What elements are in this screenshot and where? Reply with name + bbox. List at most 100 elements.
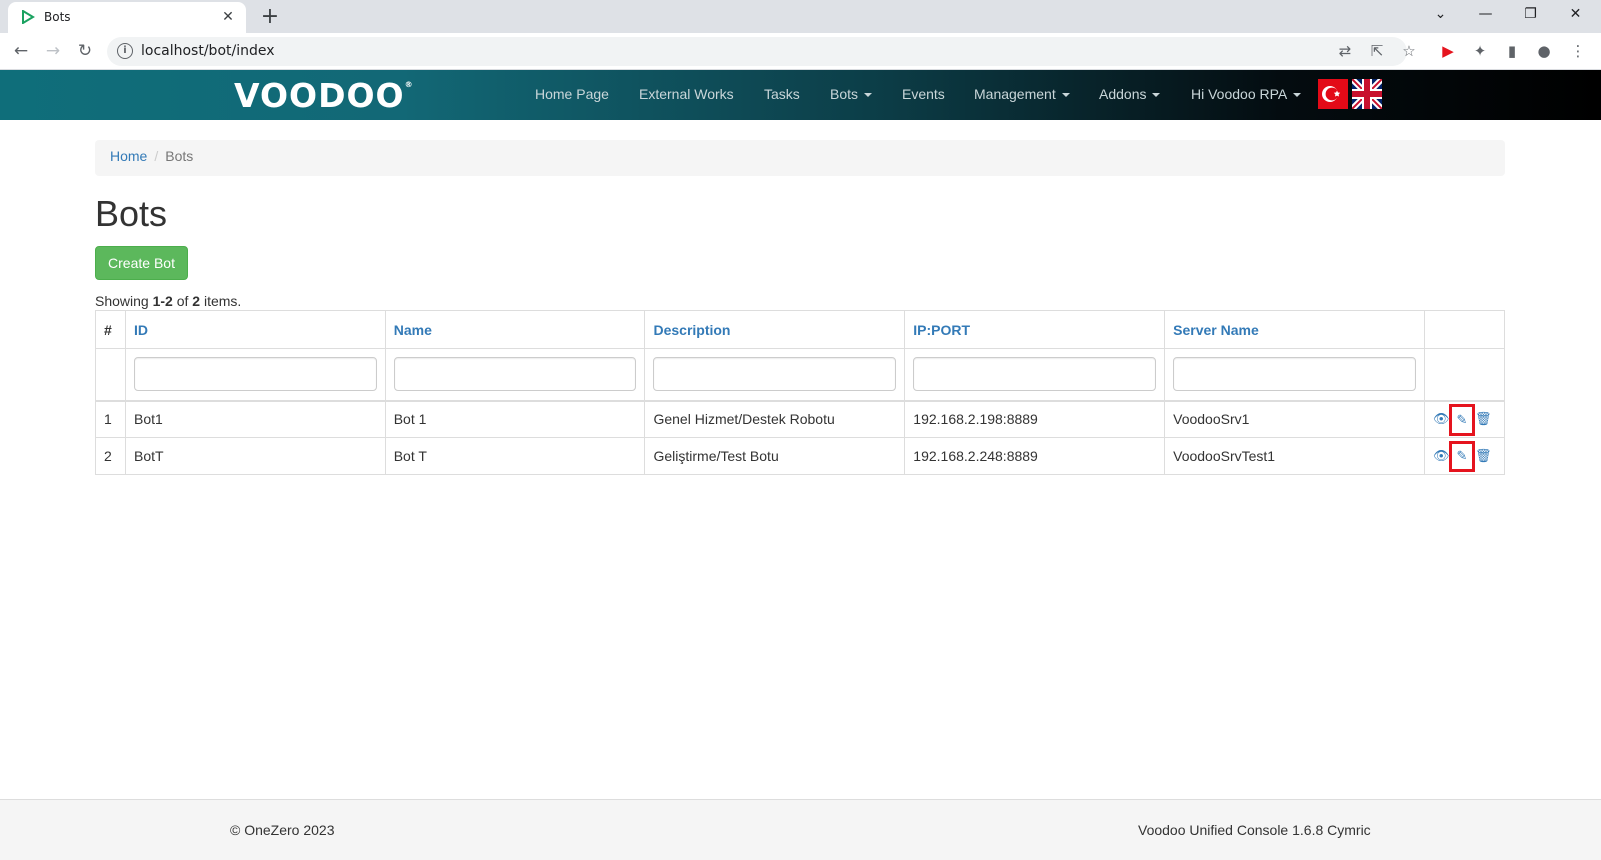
- grid-summary: Showing 1-2 of 2 items.: [95, 293, 241, 309]
- view-eye-icon[interactable]: 👁: [1433, 449, 1450, 465]
- header-index: #: [95, 310, 126, 349]
- voodoo-logo[interactable]: VOODOO®: [234, 76, 414, 115]
- footer-version: Voodoo Unified Console 1.6.8 Cymric: [1138, 822, 1371, 838]
- close-window-icon[interactable]: ✕: [1553, 0, 1598, 30]
- reload-icon[interactable]: ↻: [72, 38, 98, 64]
- bots-table: # ID Name Description IP:PORT Server Nam…: [95, 310, 1506, 475]
- edit-pencil-icon[interactable]: ✎: [1454, 449, 1470, 465]
- app-navbar: VOODOO® Home Page External Works Tasks B…: [0, 70, 1601, 120]
- browser-toolbar: ← → ↻ i localhost/bot/index ⇄ ⇱ ☆ ▶ ✦ ▮ …: [0, 33, 1601, 70]
- breadcrumb-separator: /: [154, 148, 159, 164]
- caret-down-icon: [1061, 93, 1070, 98]
- back-icon[interactable]: ←: [8, 38, 34, 64]
- summary-prefix: Showing: [95, 293, 153, 309]
- row-server-name: VoodooSrv1: [1164, 400, 1425, 438]
- row-name: Bot 1: [384, 400, 646, 438]
- footer-copyright: © OneZero 2023: [230, 822, 335, 838]
- tab-title: Bots: [44, 10, 71, 24]
- page-title: Bots: [95, 193, 168, 234]
- nav-addons-dropdown[interactable]: Addons: [1099, 86, 1161, 102]
- filter-row: [95, 348, 1506, 401]
- filter-name-input[interactable]: [393, 357, 637, 392]
- header-name-sort-link[interactable]: Name: [384, 310, 646, 349]
- close-tab-icon[interactable]: ✕: [218, 7, 238, 27]
- view-eye-icon[interactable]: 👁: [1433, 412, 1450, 428]
- header-description-sort-link[interactable]: Description: [644, 310, 906, 349]
- header-server-name-sort-link[interactable]: Server Name: [1164, 310, 1425, 349]
- nav-external-works[interactable]: External Works: [639, 86, 734, 102]
- header-ip-port-sort-link[interactable]: IP:PORT: [904, 310, 1166, 349]
- filter-cell-description: [644, 348, 906, 401]
- restore-icon[interactable]: ❐: [1508, 0, 1553, 30]
- nav-bots-dropdown[interactable]: Bots: [830, 86, 873, 102]
- table-row: 1 Bot1 Bot 1 Genel Hizmet/Destek Robotu …: [95, 400, 1506, 438]
- row-index: 2: [95, 437, 126, 475]
- page-footer: © OneZero 2023 Voodoo Unified Console 1.…: [0, 799, 1601, 860]
- row-actions: 👁 ✎ 🗑: [1423, 400, 1506, 438]
- tab-search-icon[interactable]: ⌄: [1418, 0, 1463, 30]
- create-bot-button[interactable]: Create Bot: [95, 246, 188, 280]
- side-panel-icon[interactable]: ▮: [1500, 39, 1524, 63]
- nav-home-page[interactable]: Home Page: [535, 86, 609, 102]
- caret-down-icon: [864, 93, 873, 98]
- delete-trash-icon[interactable]: 🗑: [1475, 412, 1492, 428]
- row-id: Bot1: [124, 400, 386, 438]
- extensions-puzzle-icon[interactable]: ✦: [1468, 39, 1492, 63]
- url-text[interactable]: localhost/bot/index: [141, 43, 275, 59]
- nav-management-label: Management: [974, 86, 1056, 102]
- breadcrumb-home-link[interactable]: Home: [110, 148, 147, 164]
- nav-management-dropdown[interactable]: Management: [974, 86, 1070, 102]
- caret-down-icon: [1152, 93, 1161, 98]
- filter-id-input[interactable]: [133, 357, 377, 392]
- row-actions: 👁 ✎ 🗑: [1423, 437, 1506, 475]
- summary-suffix: items.: [200, 293, 242, 309]
- breadcrumb: Home / Bots: [95, 140, 1505, 176]
- voodoo-favicon-icon: [22, 10, 35, 24]
- nav-addons-label: Addons: [1099, 86, 1147, 102]
- nav-events[interactable]: Events: [902, 86, 945, 102]
- row-description: Geliştirme/Test Botu: [644, 437, 906, 475]
- browser-tab-bar: Bots ✕ + ⌄ — ❐ ✕: [0, 0, 1601, 33]
- new-tab-button[interactable]: +: [256, 3, 284, 31]
- summary-range: 1-2: [152, 293, 173, 309]
- edit-highlight-box: ✎: [1448, 404, 1475, 436]
- browser-menu-icon[interactable]: ⋮: [1566, 39, 1590, 63]
- filter-server-name-input[interactable]: [1173, 357, 1416, 392]
- logo-text-start: VOOD: [234, 76, 347, 115]
- row-ip-port: 192.168.2.248:8889: [904, 437, 1166, 475]
- nav-user-dropdown[interactable]: Hi Voodoo RPA: [1191, 86, 1302, 102]
- voodoo-extension-icon[interactable]: ▶: [1436, 39, 1460, 63]
- registered-mark-icon: ®: [404, 80, 414, 89]
- filter-cell-id: [124, 348, 386, 401]
- header-id-sort-link[interactable]: ID: [124, 310, 386, 349]
- summary-total: 2: [192, 293, 201, 309]
- filter-ip-port-input[interactable]: [913, 357, 1157, 392]
- filter-cell-server-name: [1164, 348, 1425, 401]
- nav-tasks[interactable]: Tasks: [764, 86, 800, 102]
- edit-pencil-icon[interactable]: ✎: [1454, 413, 1470, 429]
- site-info-icon[interactable]: i: [117, 43, 133, 59]
- row-description: Genel Hizmet/Destek Robotu: [644, 400, 906, 438]
- filter-cell-actions: [1423, 348, 1506, 401]
- breadcrumb-current: Bots: [165, 148, 194, 164]
- turkish-flag-icon[interactable]: [1318, 79, 1348, 109]
- address-bar[interactable]: i localhost/bot/index: [107, 37, 1407, 66]
- share-icon[interactable]: ⇱: [1365, 39, 1389, 63]
- caret-down-icon: [1293, 93, 1302, 98]
- nav-bots-label: Bots: [830, 86, 859, 102]
- logo-text-end: OO: [346, 76, 405, 115]
- filter-description-input[interactable]: [653, 357, 897, 392]
- forward-icon[interactable]: →: [40, 38, 66, 64]
- edit-highlight-box: ✎: [1448, 440, 1475, 473]
- profile-avatar-icon[interactable]: ●: [1532, 39, 1556, 63]
- filter-cell-ip-port: [904, 348, 1166, 401]
- translate-icon[interactable]: ⇄: [1333, 39, 1357, 63]
- minimize-icon[interactable]: —: [1463, 0, 1508, 30]
- delete-trash-icon[interactable]: 🗑: [1475, 449, 1492, 465]
- uk-flag-icon[interactable]: [1352, 79, 1382, 109]
- row-ip-port: 192.168.2.198:8889: [904, 400, 1166, 438]
- bookmark-star-icon[interactable]: ☆: [1397, 39, 1421, 63]
- row-server-name: VoodooSrvTest1: [1164, 437, 1425, 475]
- table-header-row: # ID Name Description IP:PORT Server Nam…: [95, 310, 1506, 349]
- browser-tab[interactable]: Bots ✕: [8, 2, 246, 33]
